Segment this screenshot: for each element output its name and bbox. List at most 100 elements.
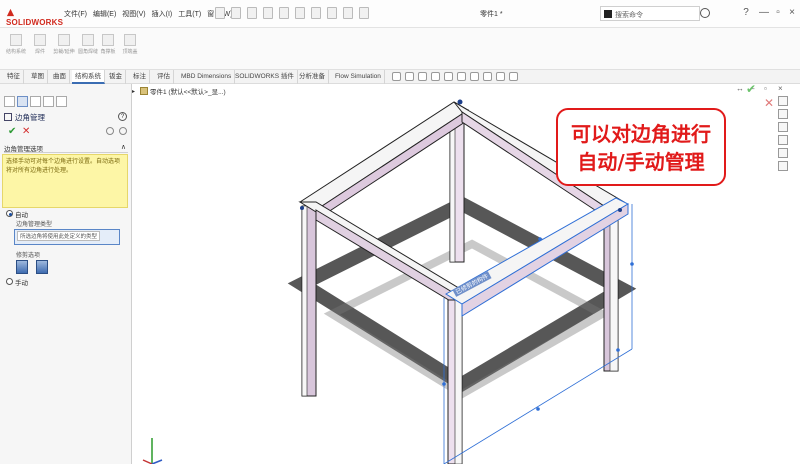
confirm-corner-icon[interactable]: ✔: [746, 82, 756, 96]
menu-file[interactable]: 文件(F): [64, 9, 87, 21]
heads-up-toolbar: [392, 72, 518, 81]
leg-right: [603, 205, 619, 372]
section-view-icon[interactable]: [431, 72, 440, 81]
cancel-corner-icon[interactable]: ✕: [764, 96, 774, 110]
new-file-icon[interactable]: [231, 7, 241, 19]
property-manager-tab-icon[interactable]: [17, 96, 28, 107]
corner-selection-list[interactable]: 所选边角将使用此处定义的类型: [14, 229, 120, 245]
configuration-manager-tab-icon[interactable]: [30, 96, 41, 107]
corner-management-icon: [4, 113, 12, 121]
zoom-fit-icon[interactable]: [392, 72, 401, 81]
dimxpert-tab-icon[interactable]: [43, 96, 54, 107]
task-pane: [778, 96, 794, 176]
select-icon[interactable]: [327, 7, 337, 19]
radio-manual[interactable]: [6, 278, 13, 285]
end-cap-button[interactable]: 顶端盖: [118, 32, 142, 66]
trim-type-simple-button[interactable]: [16, 260, 28, 274]
detail-preview-icon[interactable]: [119, 127, 127, 135]
manager-tabs: [0, 96, 132, 110]
redo-icon[interactable]: [311, 7, 321, 19]
print-icon[interactable]: [279, 7, 289, 19]
document-title: 零件1 *: [480, 11, 503, 18]
menu-tools[interactable]: 工具(T): [178, 9, 201, 21]
trim-extend-button[interactable]: 剪裁/延伸: [52, 32, 76, 66]
undo-icon[interactable]: [295, 7, 305, 19]
structure-system-button[interactable]: 结构系统: [4, 32, 28, 66]
display-style-icon[interactable]: [457, 72, 466, 81]
help-icon[interactable]: ?: [118, 112, 127, 121]
file-explorer-icon[interactable]: [778, 122, 788, 132]
list-tooltip: 所选边角将使用此处定义的类型: [17, 231, 101, 241]
leg-back: [449, 113, 465, 263]
tab-analysis-prep[interactable]: 分析准备: [296, 70, 329, 84]
menu-view[interactable]: 视图(V): [122, 9, 145, 21]
command-manager: 结构系统 焊件 剪裁/延伸 圆角焊缝 角撑板 顶端盖: [0, 28, 800, 70]
tab-sketch[interactable]: 草图: [28, 70, 48, 84]
radio-manual-label: 手动: [15, 280, 28, 287]
tab-mbd-dimensions[interactable]: MBD Dimensions: [178, 70, 236, 84]
ok-check-icon[interactable]: ✔: [8, 126, 16, 137]
menu-edit[interactable]: 编辑(E): [93, 9, 116, 21]
menu-bar: 文件(F) 编辑(E) 视图(V) 插入(I) 工具(T) 窗口(W): [64, 9, 232, 21]
home-icon[interactable]: [215, 7, 225, 19]
app-logo-text: SOLIDWORKS: [6, 18, 64, 27]
end-cap-icon: [124, 34, 136, 46]
tab-flow-simulation[interactable]: Flow Simulation: [332, 70, 385, 84]
appearance-icon[interactable]: [483, 72, 492, 81]
tab-features[interactable]: 特征: [4, 70, 24, 84]
help-menu-icon[interactable]: ?: [740, 6, 752, 20]
previous-view-icon[interactable]: [418, 72, 427, 81]
trim-type-miter-button[interactable]: [36, 260, 48, 274]
tab-markup[interactable]: 标注: [130, 70, 150, 84]
display-manager-tab-icon[interactable]: [56, 96, 67, 107]
solidworks-resources-icon[interactable]: [778, 96, 788, 106]
close-button[interactable]: ×: [786, 6, 798, 20]
menu-insert[interactable]: 插入(I): [152, 9, 173, 21]
app-logo: SOLIDWORKS: [6, 8, 63, 27]
cancel-x-icon[interactable]: ✕: [22, 126, 30, 137]
feature-manager-tab-icon[interactable]: [4, 96, 15, 107]
view-orientation-icon[interactable]: [444, 72, 453, 81]
search-icon[interactable]: [700, 8, 710, 18]
quick-access-toolbar: [215, 7, 369, 19]
annotation-line-2: 自动/手动管理: [577, 150, 705, 174]
restore-button[interactable]: ▫: [772, 6, 784, 20]
zoom-area-icon[interactable]: [405, 72, 414, 81]
custom-properties-icon[interactable]: [778, 161, 788, 171]
tab-evaluate[interactable]: 评估: [154, 70, 174, 84]
weldment-button[interactable]: 焊件: [28, 32, 52, 66]
design-library-icon[interactable]: [778, 109, 788, 119]
pushpin-icon[interactable]: [106, 127, 114, 135]
view-palette-icon[interactable]: [778, 135, 788, 145]
group-header-options[interactable]: 边角管理选项 ∧: [4, 143, 128, 153]
tab-surfaces[interactable]: 曲面: [50, 70, 70, 84]
view-settings-icon[interactable]: [509, 72, 518, 81]
annotation-bubble: 可以对边角进行 自动/手动管理: [556, 108, 726, 186]
search-input[interactable]: 搜索命令: [600, 6, 700, 21]
property-manager-panel: 边角管理 ? ✔ ✕ 边角管理选项 ∧ 选择手动可对每个边角进行设置。自动选项将…: [0, 84, 132, 464]
minimize-button[interactable]: —: [758, 6, 770, 20]
tab-structure-system[interactable]: 结构系统: [72, 70, 105, 84]
corner-type-label: 边角管理类型: [16, 222, 53, 228]
ds-logo-icon: [6, 8, 15, 17]
title-bar: SOLIDWORKS 文件(F) 编辑(E) 视图(V) 插入(I) 工具(T)…: [0, 0, 800, 28]
message-box: 选择手动可对每个边角进行设置。自动选项将对所有边角进行处理。: [2, 154, 128, 208]
scene-icon[interactable]: [496, 72, 505, 81]
gusset-button[interactable]: 角撑板: [96, 32, 120, 66]
chevron-up-icon[interactable]: ∧: [121, 143, 126, 151]
coordinate-triad: [142, 438, 163, 464]
appearances-icon[interactable]: [778, 148, 788, 158]
open-file-icon[interactable]: [247, 7, 257, 19]
annotation-line-1: 可以对边角进行: [571, 122, 711, 146]
tab-sheet-metal[interactable]: 钣金: [106, 70, 126, 84]
radio-auto[interactable]: [6, 210, 13, 217]
tab-solidworks-addins[interactable]: SOLIDWORKS 插件: [232, 70, 298, 84]
hide-show-icon[interactable]: [470, 72, 479, 81]
options-icon[interactable]: [359, 7, 369, 19]
save-icon[interactable]: [263, 7, 273, 19]
fillet-bead-icon: [82, 34, 94, 46]
radio-auto-label: 自动: [15, 212, 28, 219]
rebuild-icon[interactable]: [343, 7, 353, 19]
property-manager-title: 边角管理: [4, 112, 45, 123]
trim-options-label: 修剪选项: [16, 253, 41, 259]
